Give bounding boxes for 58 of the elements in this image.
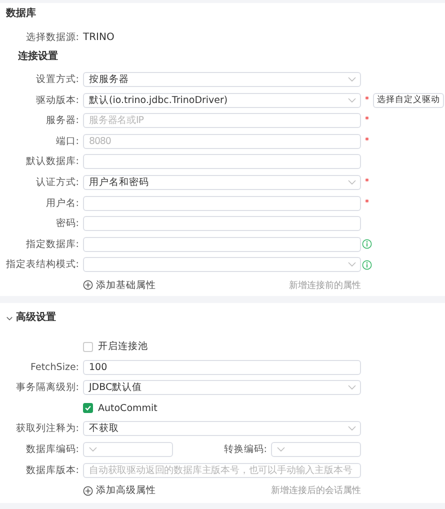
chevron-down-icon bbox=[277, 446, 285, 452]
field-label: 设置方式: bbox=[34, 73, 80, 86]
field-label: 默认数据库: bbox=[24, 155, 80, 168]
input-field[interactable] bbox=[83, 154, 361, 170]
plus-icon bbox=[83, 486, 93, 496]
field-label: FetchSize: bbox=[30, 362, 80, 373]
datasource-value: TRINO bbox=[83, 32, 114, 43]
input-field[interactable]: 100 bbox=[83, 360, 361, 375]
chevron-down-icon bbox=[348, 385, 356, 390]
field-label: 事务隔离级别: bbox=[14, 381, 80, 394]
field-label: 驱动版本: bbox=[34, 94, 80, 107]
dropdown[interactable]: 按服务器 bbox=[83, 72, 361, 87]
field-label: 转换编码: bbox=[222, 442, 268, 456]
field-label: 端口: bbox=[54, 134, 80, 148]
dropdown[interactable]: 不获取 bbox=[83, 421, 361, 436]
field-label: 选择数据源: bbox=[24, 31, 80, 44]
info-icon[interactable] bbox=[362, 239, 372, 250]
checkbox[interactable] bbox=[83, 342, 93, 352]
field-label: 数据库编码: bbox=[24, 442, 80, 456]
input-field[interactable] bbox=[83, 236, 361, 252]
section-title: 数据库 bbox=[4, 7, 37, 21]
field-label: 获取列注释为: bbox=[14, 422, 80, 436]
dropdown[interactable]: 默认(io.trino.jdbc.TrinoDriver) bbox=[83, 92, 361, 108]
checkbox-label: 开启连接池 bbox=[98, 340, 148, 353]
hint-text: 新增连接前的属性 bbox=[289, 280, 361, 292]
field-label: 密码: bbox=[54, 217, 80, 230]
field-label: 用户名: bbox=[44, 196, 80, 210]
subsection-title: 连接设置 bbox=[17, 50, 59, 64]
input-field[interactable] bbox=[83, 196, 361, 211]
chevron-down-icon bbox=[348, 77, 356, 82]
dropdown[interactable]: 用户名和密码 bbox=[83, 174, 361, 190]
chevron-down-icon bbox=[348, 426, 356, 432]
dropdown[interactable] bbox=[83, 257, 361, 272]
add-property-link[interactable]: 添加高级属性 bbox=[83, 484, 156, 498]
field-label: 指定表结构模式: bbox=[4, 258, 80, 272]
field-label: 指定数据库: bbox=[24, 238, 80, 251]
chevron-down-icon bbox=[348, 262, 356, 268]
hint-text: 新增连接后的会话属性 bbox=[271, 484, 361, 498]
field-label: 服务器: bbox=[44, 114, 80, 128]
add-property-link[interactable]: 添加基础属性 bbox=[83, 278, 156, 292]
dropdown[interactable]: JDBC默认值 bbox=[83, 380, 361, 396]
chevron-down-icon bbox=[89, 446, 97, 452]
dropdown[interactable] bbox=[83, 442, 173, 457]
dropdown[interactable] bbox=[271, 442, 361, 457]
field-label: 认证方式: bbox=[34, 176, 80, 189]
checkbox-label: AutoCommit bbox=[98, 402, 158, 414]
advanced-toggle[interactable]: 高级设置 bbox=[0, 311, 445, 325]
checkbox[interactable] bbox=[83, 403, 93, 414]
custom-driver-button[interactable]: 选择自定义驱动 bbox=[373, 92, 444, 108]
field-label: 数据库版本: bbox=[24, 464, 80, 477]
info-icon[interactable] bbox=[362, 260, 372, 270]
plus-icon bbox=[83, 280, 93, 290]
input-field[interactable]: 自动获取驱动返回的数据库主版本号，也可以手动输入主版本号 bbox=[83, 462, 361, 478]
input-field[interactable] bbox=[83, 216, 361, 232]
chevron-down-icon bbox=[348, 98, 356, 103]
chevron-down-icon bbox=[348, 180, 356, 185]
input-field[interactable]: 8080 bbox=[83, 134, 361, 149]
input-field[interactable]: 服务器名或IP bbox=[83, 113, 361, 128]
